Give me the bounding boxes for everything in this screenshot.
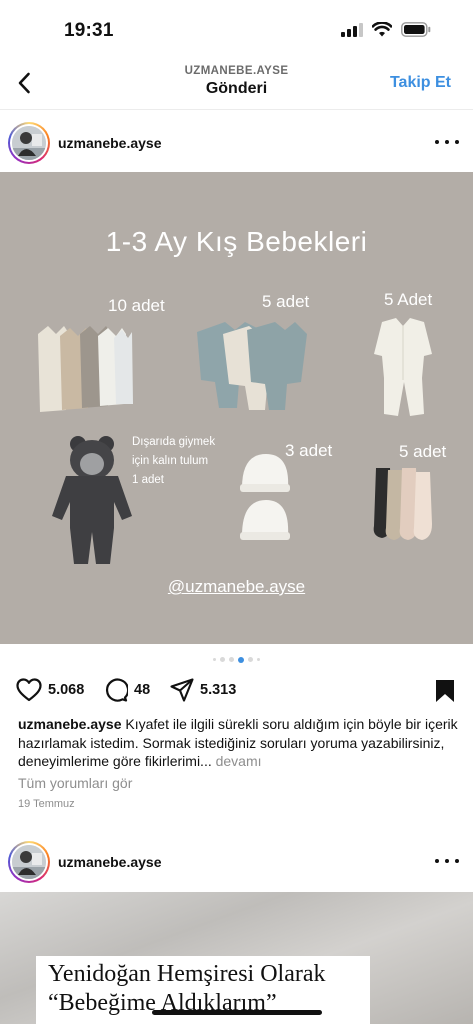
post2-more-options-button[interactable] xyxy=(435,852,459,870)
more-options-button[interactable] xyxy=(435,133,459,151)
bookmark-icon xyxy=(436,680,454,702)
image-label-sets: 5 adet xyxy=(262,292,310,311)
post-date: 19 Temmuz xyxy=(18,798,75,810)
carousel-dot xyxy=(257,658,260,661)
post-header: uzmanebe.ayse xyxy=(0,112,473,174)
comment-button[interactable]: 48 xyxy=(104,678,150,702)
comment-count: 48 xyxy=(134,682,151,698)
carousel-dot xyxy=(238,656,244,663)
carousel-dot xyxy=(220,657,225,662)
hats-illustration xyxy=(240,454,290,540)
bodysuits-illustration xyxy=(38,326,133,412)
comment-icon xyxy=(105,678,128,702)
nav-header: UZMANEBE.AYSE Gönderi Takip Et xyxy=(0,58,473,110)
status-bar: 19:31 xyxy=(0,0,473,58)
wifi-icon xyxy=(372,22,392,37)
status-icons xyxy=(341,22,431,37)
send-icon xyxy=(170,678,194,702)
image-label-outdoor: Dışarıda giymek için kalın tulum 1 adet xyxy=(132,436,216,486)
post-image[interactable]: 1-3 Ay Kış Bebekleri 10 adet 5 adet 5 Ad… xyxy=(0,172,473,644)
carousel-indicator xyxy=(0,656,473,663)
like-button[interactable]: 5.068 xyxy=(16,678,84,702)
post2-avatar[interactable] xyxy=(8,841,50,883)
sleepsuits-illustration xyxy=(374,318,432,416)
carousel-dot xyxy=(229,657,234,662)
post2-avatar-photo xyxy=(12,845,46,879)
heart-icon xyxy=(16,678,42,702)
share-button[interactable]: 5.313 xyxy=(170,678,236,702)
image-label-bodysuits: 10 adet xyxy=(108,296,165,315)
image-label-sleepsuits: 5 Adet xyxy=(384,290,433,309)
post-username[interactable]: uzmanebe.ayse xyxy=(58,135,162,151)
image-label-socks: 5 adet xyxy=(399,442,447,461)
avatar-photo xyxy=(12,126,46,160)
socks-illustration xyxy=(373,468,432,540)
like-count: 5.068 xyxy=(48,682,85,698)
post2-header: uzmanebe.ayse xyxy=(0,830,473,892)
action-bar: 5.068 48 5.313 xyxy=(0,676,473,706)
caption: uzmanebe.ayse Kıyafet ile ilgili sürekli… xyxy=(18,715,458,771)
caption-more-link[interactable]: devamı xyxy=(216,753,262,769)
share-count: 5.313 xyxy=(200,682,237,698)
avatar[interactable] xyxy=(8,122,50,164)
battery-icon xyxy=(401,22,431,37)
image-handle: @uzmanebe.ayse xyxy=(167,577,306,596)
caption-username[interactable]: uzmanebe.ayse xyxy=(18,716,122,732)
save-button[interactable] xyxy=(435,679,455,708)
follow-button[interactable]: Takip Et xyxy=(390,74,451,92)
snowsuit-illustration xyxy=(52,436,132,564)
post2-username[interactable]: uzmanebe.ayse xyxy=(58,854,162,870)
post2-image[interactable]: Yenidoğan Hemşiresi Olarak “Bebeğime Ald… xyxy=(0,892,473,1024)
carousel-dot xyxy=(248,657,253,662)
view-all-comments-link[interactable]: Tüm yorumları gör xyxy=(18,775,132,791)
carousel-dot xyxy=(213,658,216,661)
home-indicator xyxy=(152,1010,322,1015)
sets-illustration xyxy=(197,322,307,410)
image-title: 1-3 Ay Kış Bebekleri xyxy=(105,226,368,257)
status-time: 19:31 xyxy=(64,20,114,41)
signal-icon xyxy=(341,22,363,37)
